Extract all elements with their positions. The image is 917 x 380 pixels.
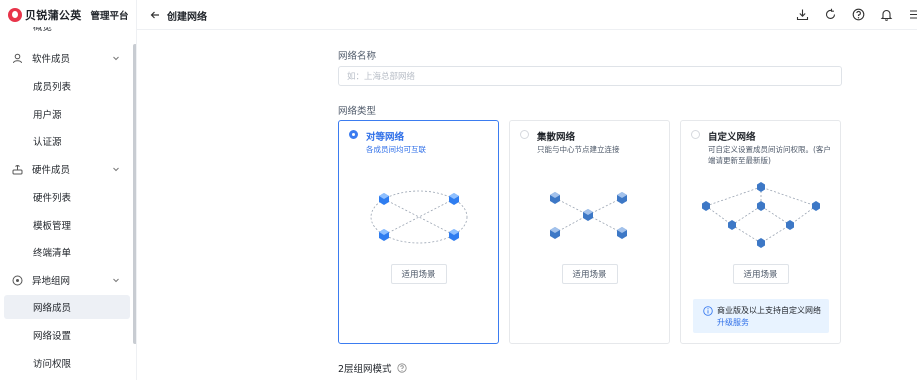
radio-custom[interactable]: [691, 130, 700, 139]
sidebar-item-access-permissions[interactable]: 访问权限: [0, 351, 134, 375]
sidebar-group-label: 硬件成员: [32, 165, 71, 176]
brand-subtitle: 管理平台: [90, 11, 129, 22]
sidebar-item-hardware-list[interactable]: 硬件列表: [0, 185, 134, 209]
card-description: 可自定义设置成员间访问权限。(客户端请更新至最新版): [708, 145, 831, 165]
network-type-card-peer[interactable]: 对等网络 各成员间均可互联 适用场景: [338, 120, 499, 344]
network-type-label: 网络类型: [338, 106, 377, 117]
sidebar-item-label: 网络成员: [33, 303, 72, 314]
network-icon: [12, 275, 23, 286]
sidebar-item-member-list[interactable]: 成员列表: [0, 74, 134, 98]
upgrade-notice: 商业版及以上支持自定义网络 升级服务: [693, 299, 829, 333]
chevron-down-icon: [113, 56, 119, 61]
router-icon: [12, 164, 23, 175]
sidebar-item-network-members[interactable]: 网络成员: [4, 295, 130, 319]
radio-peer[interactable]: [349, 130, 358, 139]
custom-network-illustration-icon: [702, 182, 820, 248]
bell-icon[interactable]: [880, 8, 893, 21]
network-name-label: 网络名称: [338, 51, 377, 62]
scenario-button-hub[interactable]: 适用场景: [561, 264, 618, 284]
sidebar-item-label: 访问权限: [33, 359, 72, 370]
sidebar-item-network-settings[interactable]: 网络设置: [0, 323, 134, 347]
sidebar-item-label: 认证源: [33, 137, 62, 148]
page-title: 创建网络: [167, 12, 207, 23]
help-icon[interactable]: [852, 8, 865, 21]
card-title: 对等网络: [366, 132, 405, 143]
download-icon[interactable]: [796, 8, 809, 21]
sidebar-item-terminal-list[interactable]: 终端清单: [0, 240, 134, 264]
app-root: 贝锐蒲公英 管理平台 概览 软件成员 成员列表 用户源 认证源 硬件成员 硬件列…: [0, 0, 917, 380]
peer-network-illustration-icon: [370, 190, 468, 244]
network-type-card-custom[interactable]: 自定义网络 可自定义设置成员间访问权限。(客户端请更新至最新版) 适用场景 商业…: [680, 120, 841, 344]
question-circle-icon[interactable]: [396, 363, 407, 373]
page-header: 创建网络: [137, 0, 917, 30]
chevron-down-icon: [113, 167, 119, 172]
network-name-input[interactable]: [338, 66, 842, 86]
brand-mark-icon: [8, 8, 22, 22]
layer2-mode-text: 2层组网模式: [338, 364, 392, 375]
sidebar-item-label: 网络设置: [33, 331, 72, 342]
sidebar-item-overview[interactable]: 概览: [33, 27, 52, 35]
sidebar-group-label: 异地组网: [32, 276, 71, 287]
sidebar-group-label: 软件成员: [32, 54, 71, 65]
user-icon: [12, 53, 23, 64]
sidebar-item-label: 用户源: [33, 110, 62, 121]
sidebar-group-remote-networking[interactable]: 异地组网: [0, 268, 134, 292]
card-description: 只能与中心节点建立连接: [537, 145, 620, 154]
sidebar-item-label: 硬件列表: [33, 193, 72, 204]
layer2-mode-label: 2层组网模式: [338, 361, 407, 375]
sidebar-item-auth-source[interactable]: 认证源: [0, 129, 134, 153]
sidebar-group-hardware-members[interactable]: 硬件成员: [0, 157, 134, 181]
hub-network-illustration-icon: [550, 192, 627, 239]
network-type-card-hub[interactable]: 集散网络 只能与中心节点建立连接 适用场景: [509, 120, 670, 344]
sidebar-item-user-source[interactable]: 用户源: [0, 102, 134, 126]
sidebar-item-label: 模板管理: [33, 221, 72, 232]
sidebar-item-template-management[interactable]: 模板管理: [0, 213, 134, 237]
menu-icon[interactable]: [908, 8, 917, 21]
chevron-down-icon: [113, 278, 119, 283]
sidebar: 贝锐蒲公英 管理平台 概览 软件成员 成员列表 用户源 认证源 硬件成员 硬件列…: [0, 0, 137, 380]
card-title: 集散网络: [537, 132, 576, 143]
radio-hub[interactable]: [520, 130, 529, 139]
sidebar-item-label: 终端清单: [33, 248, 72, 259]
refresh-icon[interactable]: [824, 8, 837, 21]
sidebar-group-software-members[interactable]: 软件成员: [0, 46, 134, 70]
info-icon: [703, 306, 713, 316]
brand-name: 贝锐蒲公英: [25, 9, 82, 22]
main-content: 网络名称 网络类型 对等网络 各成员间均可互联: [137, 31, 917, 380]
scenario-button-peer[interactable]: 适用场景: [390, 264, 447, 284]
card-description: 各成员间均可互联: [366, 145, 426, 154]
upgrade-service-link[interactable]: 升级服务: [717, 318, 749, 327]
brand-logo[interactable]: 贝锐蒲公英 管理平台: [8, 6, 129, 24]
notice-text: 商业版及以上支持自定义网络: [717, 306, 821, 315]
sidebar-item-label: 成员列表: [33, 82, 72, 93]
scenario-button-custom[interactable]: 适用场景: [732, 264, 789, 284]
back-arrow-icon[interactable]: [149, 9, 161, 21]
card-title: 自定义网络: [708, 132, 756, 143]
